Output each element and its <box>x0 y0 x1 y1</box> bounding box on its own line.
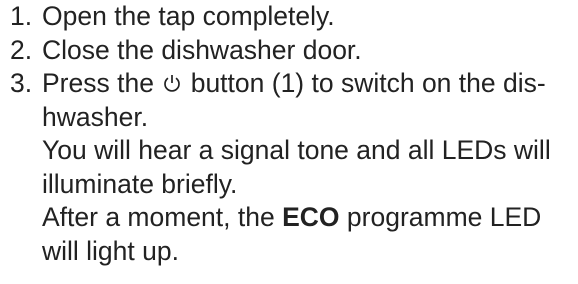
step-number: 2. <box>10 34 33 65</box>
instruction-list: 1. Open the tap completely. 2. Close the… <box>10 0 576 268</box>
step-2: 2. Close the dishwasher door. <box>10 34 576 68</box>
step-text: Press the <box>42 68 154 98</box>
step-number: 1. <box>10 1 33 31</box>
step-3-line-3: You will hear a signal tone and all LEDs… <box>42 135 551 165</box>
power-icon <box>162 72 182 94</box>
step-3-line-5: After a moment, the ECO programme LED <box>42 201 576 235</box>
step-3-line-1: Press the button (1) to switch on the di… <box>42 67 576 101</box>
step-3-line-6: will light up. <box>42 235 179 266</box>
step-text: After a moment, the <box>42 202 275 232</box>
step-1: 1. Open the tap completely. <box>10 0 576 34</box>
step-text: Open the tap completely. <box>42 1 335 31</box>
step-text: button (1) to switch on the dis- <box>190 68 546 98</box>
step-3-line-2: hwasher. <box>42 101 149 132</box>
step-number: 3. <box>10 68 33 98</box>
eco-label: ECO <box>282 202 340 232</box>
step-text: programme LED <box>346 202 542 232</box>
step-3: 3. Press the button (1) to switch on the… <box>10 67 576 268</box>
step-text: Close the dishwasher door. <box>42 34 362 65</box>
step-3-line-4: illuminate briefly. <box>42 168 238 199</box>
